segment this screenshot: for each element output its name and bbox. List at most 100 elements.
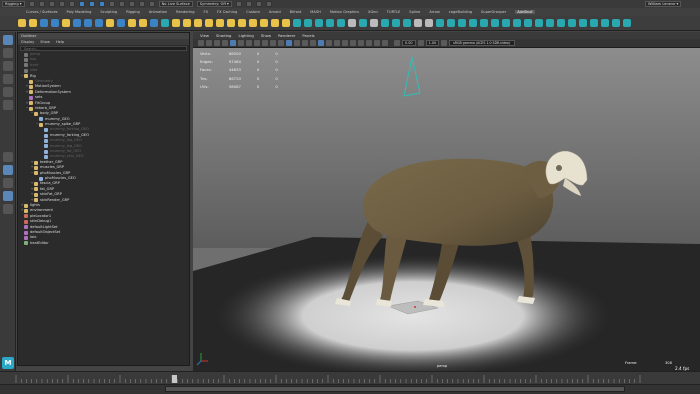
shelf-tool-icon-27[interactable]: [315, 19, 323, 27]
select-tool-icon[interactable]: [2, 35, 13, 45]
motion-blur-icon[interactable]: [342, 40, 348, 46]
shelf-tab-17[interactable]: cageBuilding: [449, 10, 472, 14]
viewport-menu-renderer[interactable]: Renderer: [278, 32, 295, 39]
shelf-tool-icon-21[interactable]: [249, 19, 257, 27]
screen-space-ao-icon[interactable]: [334, 40, 340, 46]
shelf-tool-icon-13[interactable]: [161, 19, 169, 27]
viewport-menu-panels[interactable]: Panels: [302, 32, 314, 39]
shelf-tab-4[interactable]: Animation: [149, 10, 167, 14]
redo-icon[interactable]: [68, 1, 75, 7]
shelf-tool-icon-54[interactable]: [612, 19, 620, 27]
wireframe-on-shaded-icon[interactable]: [302, 40, 308, 46]
gate-mask-icon[interactable]: [254, 40, 260, 46]
shelf-tool-icon-34[interactable]: [392, 19, 400, 27]
shelf-tool-icon-24[interactable]: [282, 19, 290, 27]
textured-icon[interactable]: [310, 40, 316, 46]
shelf-tool-icon-11[interactable]: [139, 19, 147, 27]
viewport-menu-show[interactable]: Show: [261, 32, 271, 39]
shelf-tool-icon-36[interactable]: [414, 19, 422, 27]
shelf-tool-icon-20[interactable]: [238, 19, 246, 27]
outliner-menu-display[interactable]: Display: [21, 39, 34, 45]
shelf-tool-icon-10[interactable]: [128, 19, 136, 27]
shelf-tab-15[interactable]: Spline: [409, 10, 420, 14]
hypershade-icon[interactable]: [265, 1, 272, 7]
shelf-tool-icon-32[interactable]: [370, 19, 378, 27]
shelf-tool-icon-53[interactable]: [601, 19, 609, 27]
shelf-tab-13[interactable]: XGen: [368, 10, 378, 14]
shelf-tool-icon-9[interactable]: [117, 19, 125, 27]
live-surface-field[interactable]: No Live Surface: [158, 1, 193, 7]
shelf-tool-icon-51[interactable]: [579, 19, 587, 27]
shelf-tool-icon-16[interactable]: [194, 19, 202, 27]
shelf-tool-icon-5[interactable]: [73, 19, 81, 27]
shelf-tool-icon-18[interactable]: [216, 19, 224, 27]
shelf-tab-6[interactable]: FX: [204, 10, 209, 14]
shelf-tool-icon-41[interactable]: [469, 19, 477, 27]
image-plane-icon[interactable]: [222, 40, 228, 46]
shelf-tool-icon-31[interactable]: [359, 19, 367, 27]
shelf-tool-icon-3[interactable]: [51, 19, 59, 27]
shelf-tool-icon-28[interactable]: [326, 19, 334, 27]
shelf-tool-icon-44[interactable]: [502, 19, 510, 27]
shelf-tab-1[interactable]: Poly Modeling: [67, 10, 92, 14]
bookmark-icon[interactable]: [214, 40, 220, 46]
workspace-menu[interactable]: Rigging ▾: [2, 1, 25, 7]
shelf-tool-icon-4[interactable]: [62, 19, 70, 27]
xray-icon[interactable]: [374, 40, 380, 46]
shelf-tool-icon-19[interactable]: [227, 19, 235, 27]
perspective-viewport[interactable]: Verts: 68500 0 0 Edges: 97464 0 0 Faces: 44833 0 0 T…: [193, 48, 700, 371]
shelf-tab-2[interactable]: Sculpting: [100, 10, 117, 14]
snap-point-icon[interactable]: [128, 1, 135, 7]
shelf-tool-icon-25[interactable]: [293, 19, 301, 27]
shelf-tab-3[interactable]: Rigging: [126, 10, 140, 14]
grid-icon[interactable]: [230, 40, 236, 46]
shelf-tool-icon-47[interactable]: [535, 19, 543, 27]
shelf-tab-10[interactable]: Bifrost: [290, 10, 302, 14]
shelf-tool-icon-7[interactable]: [95, 19, 103, 27]
shelf-tool-icon-49[interactable]: [557, 19, 565, 27]
shelf-tool-icon-45[interactable]: [513, 19, 521, 27]
shelf-tab-18[interactable]: SuperGrouper: [481, 10, 506, 14]
color-space-menu[interactable]: sRGB gamma (ACES 1.0 SDR-video): [449, 40, 516, 46]
render-settings-icon[interactable]: [255, 1, 262, 7]
layout-four-icon[interactable]: [2, 178, 13, 188]
field-chart-icon[interactable]: [262, 40, 268, 46]
shelf-tool-icon-55[interactable]: [623, 19, 631, 27]
shelf-tool-icon-42[interactable]: [480, 19, 488, 27]
move-tool-icon[interactable]: [2, 74, 13, 84]
shelf-tool-icon-6[interactable]: [84, 19, 92, 27]
shelf-tab-0[interactable]: Curves / Surfaces: [26, 10, 58, 14]
current-time-marker[interactable]: [172, 375, 177, 383]
gamma-field[interactable]: 1.00: [425, 40, 440, 46]
shelf-tool-icon-12[interactable]: [150, 19, 158, 27]
layout-outliner-icon[interactable]: [2, 165, 13, 175]
shelf-tool-icon-2[interactable]: [40, 19, 48, 27]
outliner-menu-show[interactable]: Show: [40, 39, 50, 45]
viewport-menu-view[interactable]: View: [200, 32, 209, 39]
rotate-tool-icon[interactable]: [2, 87, 13, 97]
shelf-tool-icon-52[interactable]: [590, 19, 598, 27]
default-material-icon[interactable]: [294, 40, 300, 46]
viewport-menu-lighting[interactable]: Lighting: [238, 32, 253, 39]
outliner-menu-help[interactable]: Help: [56, 39, 64, 45]
shelf-tool-icon-23[interactable]: [271, 19, 279, 27]
film-gate-icon[interactable]: [238, 40, 244, 46]
undo-icon[interactable]: [58, 1, 65, 7]
snap-grid-icon[interactable]: [108, 1, 115, 7]
layout-single-icon[interactable]: [2, 152, 13, 162]
shelf-tool-icon-39[interactable]: [447, 19, 455, 27]
shelf-tool-icon-1[interactable]: [29, 19, 37, 27]
viewport-menu-shading[interactable]: Shading: [216, 32, 231, 39]
outliner-item[interactable]: heatEditor: [18, 241, 189, 246]
user-account-menu[interactable]: William Leneve ▾: [645, 1, 682, 7]
select-hierarchy-icon[interactable]: [78, 1, 85, 7]
lasso-icon[interactable]: [2, 48, 13, 58]
render-frame-icon[interactable]: [235, 1, 242, 7]
open-scene-icon[interactable]: [38, 1, 45, 7]
select-component-icon[interactable]: [98, 1, 105, 7]
search-icon[interactable]: [2, 204, 13, 214]
save-scene-icon[interactable]: [48, 1, 55, 7]
shelf-tool-icon-50[interactable]: [568, 19, 576, 27]
shelf-tool-icon-26[interactable]: [304, 19, 312, 27]
shelf-tool-icon-40[interactable]: [458, 19, 466, 27]
